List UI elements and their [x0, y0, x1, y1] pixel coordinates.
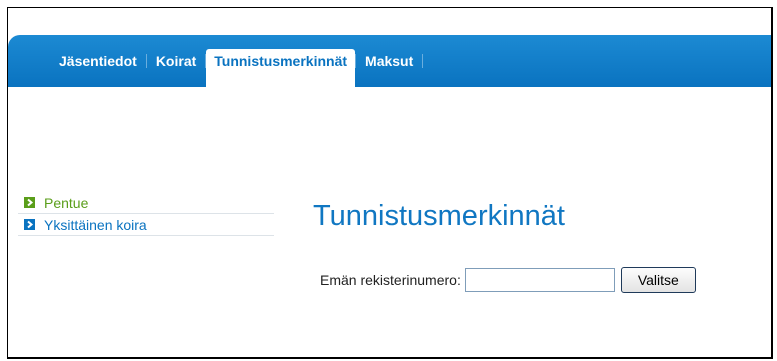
- sidebar-item-pentue[interactable]: Pentue: [18, 192, 274, 214]
- registration-number-label: Emän rekisterinumero:: [320, 272, 461, 288]
- tab-separator: [422, 54, 424, 68]
- arrow-right-icon: [24, 197, 35, 208]
- browser-frame: Jäsentiedot Koirat Tunnistusmerkinnät Ma…: [7, 7, 773, 359]
- tab-maksut[interactable]: Maksut: [356, 49, 422, 73]
- registration-number-input[interactable]: [464, 268, 615, 292]
- registration-form: Emän rekisterinumero: Valitse: [320, 267, 696, 293]
- tab-jasentiedot[interactable]: Jäsentiedot: [50, 49, 146, 73]
- main-navigation-bar: Jäsentiedot Koirat Tunnistusmerkinnät Ma…: [8, 35, 771, 87]
- tab-koirat[interactable]: Koirat: [147, 49, 205, 73]
- select-button[interactable]: Valitse: [620, 267, 696, 293]
- tab-list: Jäsentiedot Koirat Tunnistusmerkinnät Ma…: [50, 49, 424, 87]
- sidebar-item-label: Yksittäinen koira: [44, 216, 147, 233]
- sidebar-menu: Pentue Yksittäinen koira: [18, 192, 274, 236]
- sidebar-item-yksittainen-koira[interactable]: Yksittäinen koira: [18, 214, 274, 236]
- arrow-right-icon: [24, 219, 35, 230]
- page-title: Tunnistusmerkinnät: [313, 200, 565, 232]
- tab-tunnistusmerkinnat[interactable]: Tunnistusmerkinnät: [206, 49, 356, 87]
- sidebar-item-label: Pentue: [44, 194, 89, 211]
